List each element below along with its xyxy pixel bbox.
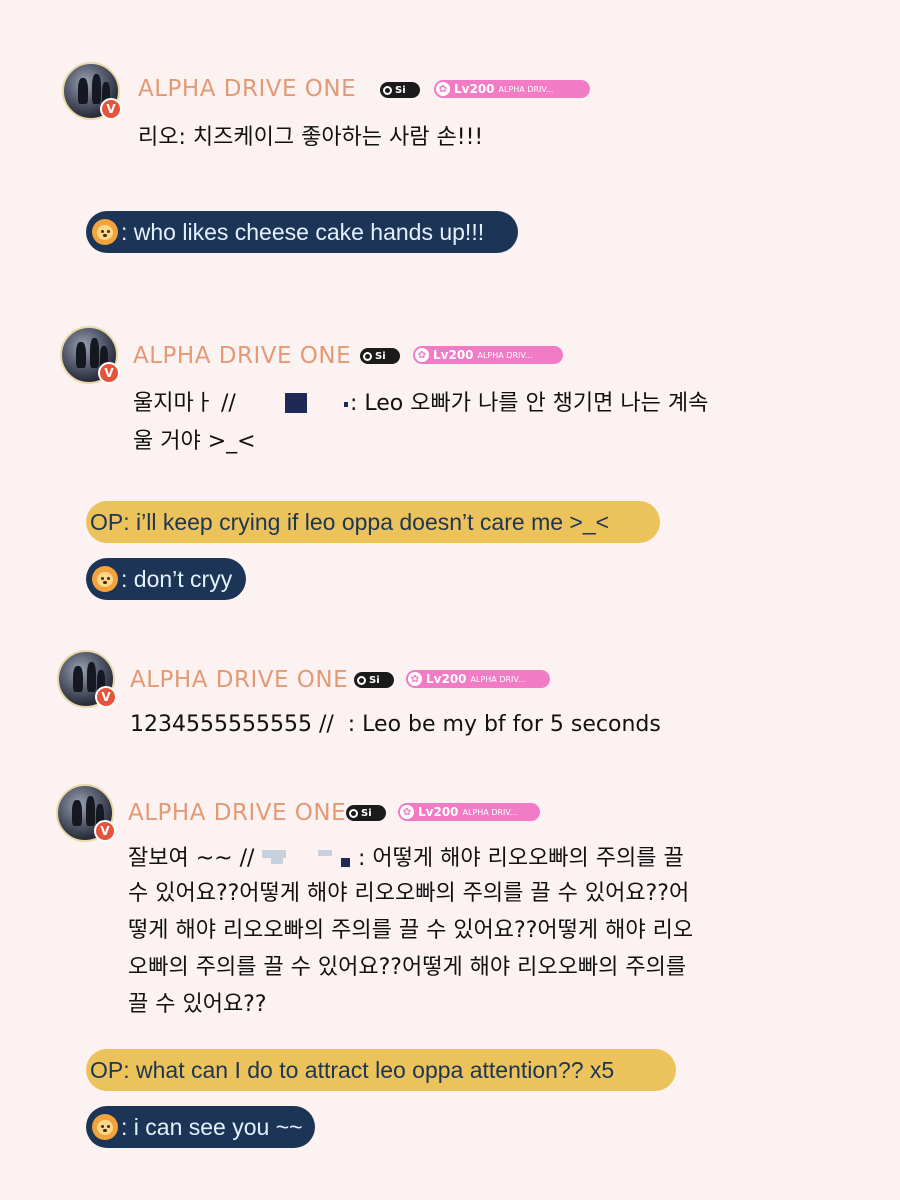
message-text-prefix: 울지마ㅏ // [133,391,236,416]
message-text: 떻게 해야 리오오빠의 주의를 끌 수 있어요??어떻게 해야 리오 [128,918,694,943]
translation-pill-op: OP: i’ll keep crying if leo oppa doesn’t… [86,501,660,543]
redacted-block [262,850,286,858]
level-badge: ✿ Lv200 ALPHA DRIV... [406,670,550,688]
avatar[interactable]: V [56,784,116,842]
redacted-block [318,850,332,856]
star-icon: ✿ [400,805,414,819]
message-text: 울 거야 >_< [133,429,256,454]
star-icon: ✿ [436,82,450,96]
verified-badge-icon: V [94,820,116,842]
level-badge: ✿ Lv200 ALPHA DRIV... [413,346,563,364]
lion-face-icon [92,566,118,592]
verified-badge-icon: V [95,686,117,708]
message-text: 1234555555555 // : Leo be my bf for 5 se… [130,712,661,737]
username[interactable]: ALPHA DRIVE ONE [133,343,351,369]
lion-face-icon [92,1114,118,1140]
lion-face-icon [92,219,118,245]
redacted-block [271,858,283,864]
translation-pill-op: OP: what can I do to attract leo oppa at… [86,1049,676,1091]
avatar[interactable]: V [60,326,120,384]
username[interactable]: ALPHA DRIVE ONE [130,667,348,693]
star-icon: ✿ [408,672,422,686]
redacted-block [341,858,350,867]
osi-badge: Si [354,672,394,688]
username[interactable]: ALPHA DRIVE ONE [138,76,356,102]
message-text: 수 있어요??어떻게 해야 리오오빠의 주의를 끌 수 있어요??어 [128,881,690,906]
osi-badge: Si [380,82,420,98]
osi-badge: Si [346,805,386,821]
message-text: : Leo 오빠가 나를 안 챙기면 나는 계속 [350,391,709,416]
translation-pill: : who likes cheese cake hands up!!! [86,211,518,253]
verified-badge-icon: V [98,362,120,384]
translation-pill-reply: : i can see you ~~ [86,1106,315,1148]
avatar[interactable]: V [62,62,122,120]
level-badge: ✿ Lv200 ALPHA DRIV... [434,80,590,98]
redacted-block [285,393,307,413]
verified-badge-icon: V [100,98,122,120]
message-text: 끌 수 있어요?? [128,992,267,1017]
star-icon: ✿ [415,348,429,362]
avatar[interactable]: V [57,650,117,708]
message-text-prefix: 잘보여 ~~ // [128,846,255,871]
message-text: : 어떻게 해야 리오오빠의 주의를 끌 [358,846,684,871]
osi-badge: Si [360,348,400,364]
redacted-block [344,402,348,407]
username[interactable]: ALPHA DRIVE ONE [128,800,346,826]
message-text: 오빠의 주의를 끌 수 있어요??어떻게 해야 리오오빠의 주의를 [128,955,687,980]
translation-pill-reply: : don’t cryy [86,558,246,600]
message-text: 리오: 치즈케이그 좋아하는 사람 손!!! [138,125,484,150]
level-badge: ✿ Lv200 ALPHA DRIV... [398,803,540,821]
